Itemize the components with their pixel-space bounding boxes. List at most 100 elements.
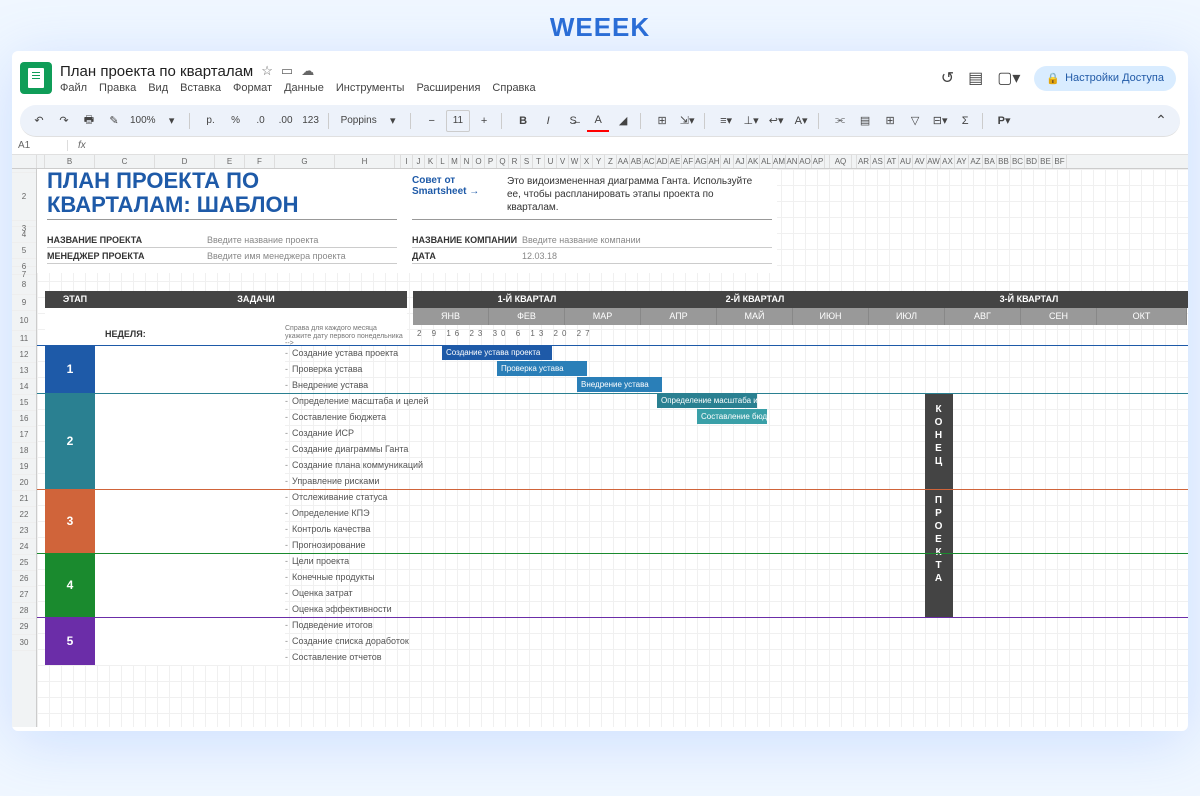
meet-icon[interactable]: ▢▾ <box>997 68 1020 88</box>
dec-dec-icon[interactable]: .0 <box>250 110 272 132</box>
task-s3-1[interactable]: -Определение КПЭ <box>285 508 370 518</box>
task-s5-0[interactable]: -Подведение итогов <box>285 620 373 630</box>
task-s2-5[interactable]: -Управление рисками <box>285 476 379 486</box>
menu-edit[interactable]: Правка <box>99 82 136 94</box>
wrap-icon[interactable]: ↩▾ <box>765 110 787 132</box>
print-icon[interactable]: 🖶 <box>78 110 100 132</box>
task-s1-0[interactable]: -Создание устава проекта <box>285 348 398 358</box>
sheets-logo-icon[interactable] <box>20 62 52 94</box>
row-18[interactable]: 18 <box>12 443 36 459</box>
menu-tools[interactable]: Инструменты <box>336 82 405 94</box>
task-s4-1[interactable]: -Конечные продукты <box>285 572 375 582</box>
halign-icon[interactable]: ≡▾ <box>715 110 737 132</box>
row-22[interactable]: 22 <box>12 507 36 523</box>
task-s1-1[interactable]: -Проверка устава <box>285 364 362 374</box>
functions-icon[interactable]: Σ <box>954 110 976 132</box>
row-7[interactable]: 7 <box>12 267 36 275</box>
col-f[interactable]: F <box>245 155 275 168</box>
row-6[interactable]: 6 <box>12 259 36 267</box>
menu-format[interactable]: Формат <box>233 82 272 94</box>
row-21[interactable]: 21 <box>12 491 36 507</box>
row-28[interactable]: 28 <box>12 603 36 619</box>
apps-script-icon[interactable]: Р▾ <box>993 110 1015 132</box>
row-13[interactable]: 13 <box>12 363 36 379</box>
col-h[interactable]: H <box>335 155 395 168</box>
task-s3-3[interactable]: -Прогнозирование <box>285 540 366 550</box>
italic-icon[interactable]: I <box>537 110 559 132</box>
menu-view[interactable]: Вид <box>148 82 168 94</box>
comment-icon[interactable]: ▤ <box>854 110 876 132</box>
row-23[interactable]: 23 <box>12 523 36 539</box>
bar-1[interactable]: Проверка устава <box>497 361 587 376</box>
row-30[interactable]: 30 <box>12 635 36 651</box>
strike-icon[interactable]: S̶ <box>562 110 584 132</box>
project-value[interactable]: Введите название проекта <box>207 235 318 245</box>
task-s3-0[interactable]: -Отслеживание статуса <box>285 492 387 502</box>
bar-2[interactable]: Внедрение устава <box>577 377 662 392</box>
row-15[interactable]: 15 <box>12 395 36 411</box>
chart-icon[interactable]: ⊞ <box>879 110 901 132</box>
task-s2-0[interactable]: -Определение масштаба и целей <box>285 396 428 406</box>
merge-icon[interactable]: ⇲▾ <box>676 110 698 132</box>
spreadsheet[interactable]: B C D E F G H I J K L M N O P Q R S T U <box>12 155 1188 727</box>
row-19[interactable]: 19 <box>12 459 36 475</box>
menu-help[interactable]: Справка <box>492 82 535 94</box>
bar-3[interactable]: Определение масштаба и ц <box>657 393 757 408</box>
menu-extensions[interactable]: Расширения <box>416 82 480 94</box>
bold-icon[interactable]: B <box>512 110 534 132</box>
row-16[interactable]: 16 <box>12 411 36 427</box>
row-24[interactable]: 24 <box>12 539 36 555</box>
currency-icon[interactable]: р. <box>200 110 222 132</box>
font-inc-icon[interactable]: + <box>473 110 495 132</box>
col-g[interactable]: G <box>275 155 335 168</box>
zoom-select[interactable]: 100% <box>128 110 158 132</box>
share-button[interactable]: 🔒 Настройки Доступа <box>1034 66 1176 91</box>
row-9[interactable]: 9 <box>12 295 36 311</box>
filter-views-icon[interactable]: ⊟▾ <box>929 110 951 132</box>
comments-icon[interactable]: ▤ <box>968 68 983 88</box>
task-s5-2[interactable]: -Составление отчетов <box>285 652 382 662</box>
row-10[interactable]: 10 <box>12 311 36 331</box>
row-8[interactable]: 8 <box>12 275 36 295</box>
borders-icon[interactable]: ⊞ <box>651 110 673 132</box>
redo-icon[interactable]: ↷ <box>53 110 75 132</box>
valign-icon[interactable]: ⊥▾ <box>740 110 762 132</box>
task-s2-1[interactable]: -Составление бюджета <box>285 412 386 422</box>
move-icon[interactable]: ▭ <box>281 63 293 79</box>
menu-data[interactable]: Данные <box>284 82 324 94</box>
task-s3-2[interactable]: -Контроль качества <box>285 524 371 534</box>
row-4[interactable]: 4 <box>12 227 36 243</box>
bar-0[interactable]: Создание устава проекта <box>442 345 552 360</box>
history-icon[interactable]: ↺ <box>941 68 954 88</box>
percent-icon[interactable]: % <box>225 110 247 132</box>
manager-value[interactable]: Введите имя менеджера проекта <box>207 251 346 261</box>
row-17[interactable]: 17 <box>12 427 36 443</box>
paint-icon[interactable]: ✎ <box>103 110 125 132</box>
row-27[interactable]: 27 <box>12 587 36 603</box>
undo-icon[interactable]: ↶ <box>28 110 50 132</box>
text-color-icon[interactable]: A <box>587 110 609 132</box>
doc-title[interactable]: План проекта по кварталам <box>60 63 253 80</box>
cloud-icon[interactable]: ☁ <box>301 63 314 79</box>
row-25[interactable]: 25 <box>12 555 36 571</box>
inc-dec-icon[interactable]: .00 <box>275 110 297 132</box>
task-s4-3[interactable]: -Оценка эффективности <box>285 604 392 614</box>
row-11[interactable]: 11 <box>12 331 36 347</box>
col-c[interactable]: C <box>95 155 155 168</box>
row-2[interactable]: 2 <box>12 173 36 221</box>
task-s1-2[interactable]: -Внедрение устава <box>285 380 368 390</box>
row-29[interactable]: 29 <box>12 619 36 635</box>
row-5[interactable]: 5 <box>12 243 36 259</box>
row-12[interactable]: 12 <box>12 347 36 363</box>
star-icon[interactable]: ☆ <box>261 63 273 79</box>
row-14[interactable]: 14 <box>12 379 36 395</box>
col-e[interactable]: E <box>215 155 245 168</box>
menu-insert[interactable]: Вставка <box>180 82 221 94</box>
task-s2-3[interactable]: -Создание диаграммы Ганта <box>285 444 408 454</box>
task-s5-1[interactable]: -Создание списка доработок <box>285 636 409 646</box>
collapse-icon[interactable]: ⌃ <box>1150 110 1172 132</box>
font-dec-icon[interactable]: − <box>421 110 443 132</box>
format-123[interactable]: 123 <box>300 110 322 132</box>
fill-color-icon[interactable]: ◢ <box>612 110 634 132</box>
col-b[interactable]: B <box>45 155 95 168</box>
